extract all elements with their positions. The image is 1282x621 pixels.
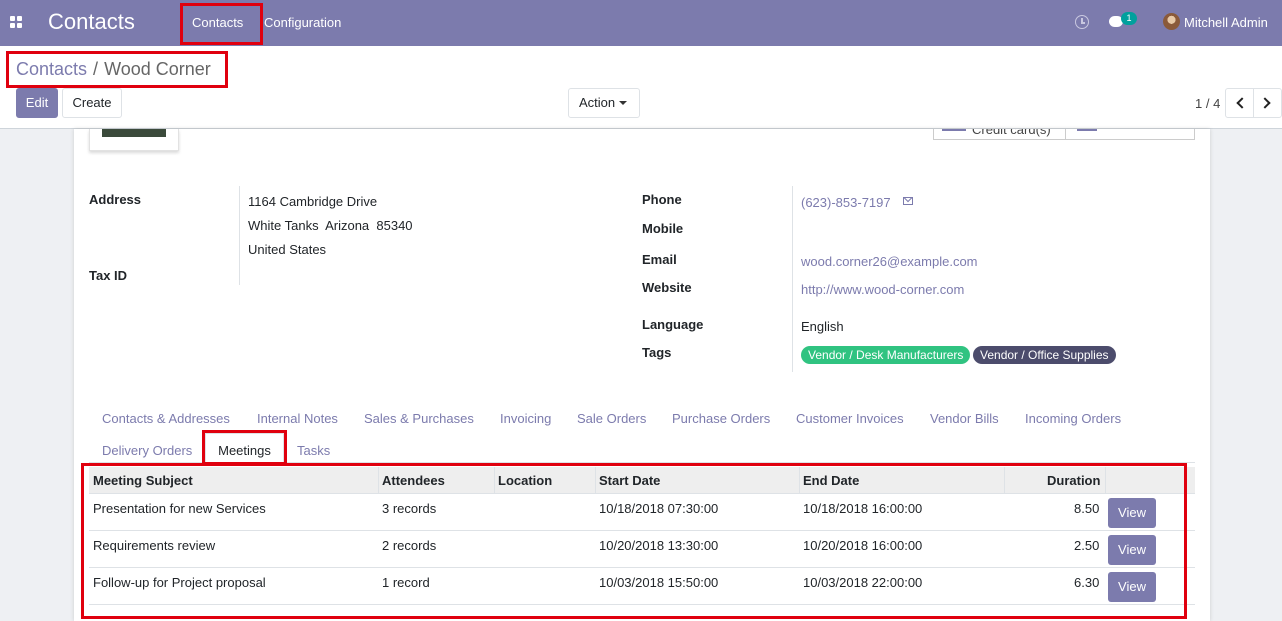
phone-link[interactable]: (623)-853-7197 bbox=[801, 195, 891, 210]
pager-value[interactable]: 1 / 4 bbox=[1195, 96, 1220, 111]
credit-card-icon bbox=[942, 129, 966, 131]
tag-desk-manufacturers[interactable]: Vendor / Desk Manufacturers bbox=[801, 346, 971, 364]
smart-button-divider bbox=[1065, 129, 1066, 139]
address-city-line: White Tanks Arizona 85340 bbox=[248, 218, 413, 233]
control-panel: Contacts / Wood Corner Edit Create Action … bbox=[0, 46, 1282, 129]
tab-sales-purchases[interactable]: Sales & Purchases bbox=[364, 411, 474, 426]
address-country: United States bbox=[248, 242, 327, 257]
pager-previous-button[interactable] bbox=[1225, 88, 1254, 118]
tab-sale-orders[interactable]: Sale Orders bbox=[577, 411, 646, 426]
website-link[interactable]: http://www.wood-corner.com bbox=[801, 282, 964, 297]
address-label: Address bbox=[89, 192, 142, 207]
meetings-table-highlight bbox=[81, 463, 1187, 619]
pager-next-button[interactable] bbox=[1253, 88, 1282, 118]
phone-label: Phone bbox=[642, 192, 682, 207]
user-menu[interactable]: Mitchell Admin bbox=[1184, 15, 1268, 30]
address-divider bbox=[239, 186, 240, 285]
smart-button-icon[interactable] bbox=[1077, 129, 1097, 131]
create-button[interactable]: Create bbox=[62, 88, 122, 118]
action-dropdown[interactable]: Action bbox=[568, 88, 640, 118]
tax-id-label: Tax ID bbox=[89, 268, 128, 283]
tab-tasks[interactable]: Tasks bbox=[297, 443, 330, 458]
email-link[interactable]: wood.corner26@example.com bbox=[801, 254, 978, 269]
language-label: Language bbox=[642, 317, 704, 332]
tab-purchase-orders[interactable]: Purchase Orders bbox=[672, 411, 770, 426]
app-title: Contacts bbox=[48, 9, 135, 34]
tag-office-supplies[interactable]: Vendor / Office Supplies bbox=[973, 346, 1116, 364]
chevron-left-icon bbox=[1236, 97, 1248, 109]
credit-card-button[interactable]: Credit card(s) bbox=[972, 129, 1051, 137]
tab-invoicing[interactable]: Invoicing bbox=[500, 411, 551, 426]
activity-clock-icon[interactable] bbox=[1075, 15, 1089, 29]
action-label: Action bbox=[579, 95, 616, 110]
breadcrumb-highlight bbox=[6, 51, 228, 88]
tab-customer-invoices[interactable]: Customer Invoices bbox=[796, 411, 904, 426]
email-label: Email bbox=[642, 252, 677, 267]
tab-vendor-bills[interactable]: Vendor Bills bbox=[930, 411, 999, 426]
address-street: 1164 Cambridge Drive bbox=[248, 194, 378, 209]
chevron-right-icon bbox=[1259, 97, 1271, 109]
menu-contacts-highlight bbox=[180, 3, 263, 45]
mobile-label: Mobile bbox=[642, 221, 684, 236]
tab-delivery-orders[interactable]: Delivery Orders bbox=[102, 443, 192, 458]
chat-badge: 1 bbox=[1121, 12, 1137, 25]
apps-menu-icon[interactable] bbox=[10, 16, 22, 28]
tab-internal-notes[interactable]: Internal Notes bbox=[257, 411, 338, 426]
sms-envelope-icon[interactable] bbox=[903, 197, 913, 205]
tab-meetings-highlight bbox=[202, 430, 287, 465]
contact-image[interactable] bbox=[89, 129, 179, 151]
tags-label: Tags bbox=[642, 345, 672, 360]
menu-configuration[interactable]: Configuration bbox=[264, 15, 341, 30]
edit-button[interactable]: Edit bbox=[16, 88, 58, 118]
user-avatar[interactable] bbox=[1163, 13, 1180, 30]
contact-divider bbox=[792, 186, 793, 372]
tab-incoming-orders[interactable]: Incoming Orders bbox=[1025, 411, 1121, 426]
caret-down-icon bbox=[619, 101, 627, 105]
language-value: English bbox=[801, 319, 844, 334]
contact-image-fill bbox=[102, 129, 166, 137]
smart-buttons: Credit card(s) bbox=[933, 129, 1195, 140]
website-label: Website bbox=[642, 280, 692, 295]
tab-contacts-addresses[interactable]: Contacts & Addresses bbox=[102, 411, 230, 426]
